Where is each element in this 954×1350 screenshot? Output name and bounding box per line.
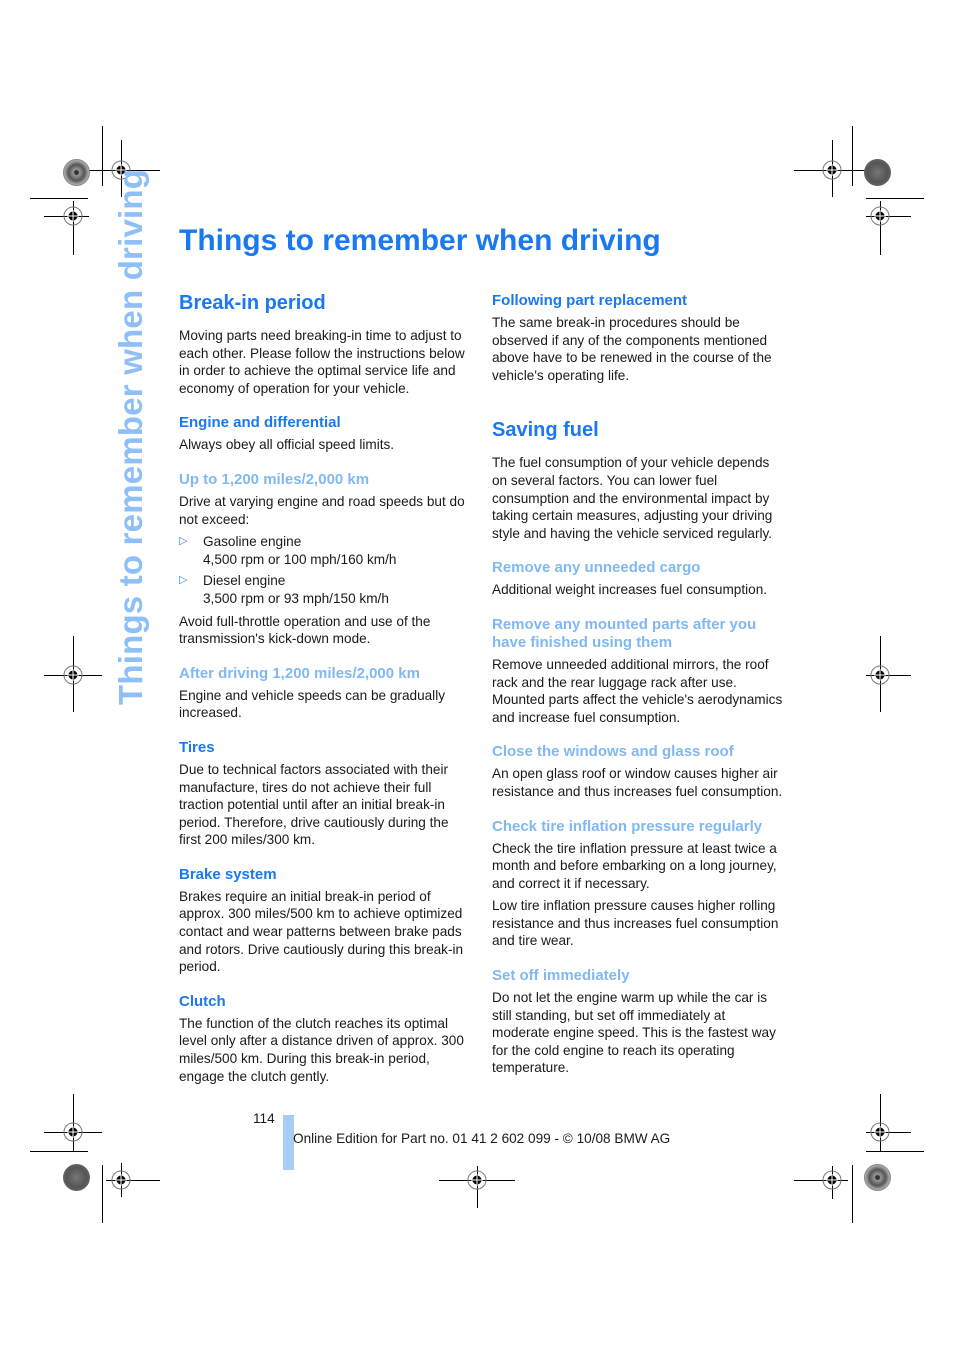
subsection-title-windows: Close the windows and glass roof xyxy=(492,743,734,761)
tires-text: Due to technical factors associated with… xyxy=(179,761,449,848)
crop-line xyxy=(30,198,88,199)
subsection-title-brakes: Brake system xyxy=(179,865,277,883)
subsection-title-set-off: Set off immediately xyxy=(492,967,630,985)
registration-target-icon xyxy=(822,1170,842,1190)
crop-line xyxy=(102,126,103,186)
after-text: Engine and vehicle speeds can be gradual… xyxy=(179,687,446,721)
registration-target-icon xyxy=(870,1122,890,1142)
page-number: 114 xyxy=(253,1111,275,1126)
bullet-triangle-icon: ▷ xyxy=(179,574,188,587)
footer-edition: Online Edition for Part no. 01 41 2 602 … xyxy=(293,1131,671,1146)
list-item: ▷ Diesel engine 3,500 rpm or 93 mph/150 … xyxy=(179,572,471,607)
brakes-text: Brakes require an initial break-in perio… xyxy=(179,888,464,975)
list-item: ▷ Gasoline engine 4,500 rpm or 100 mph/1… xyxy=(179,533,471,568)
left-column: Break-in period Moving parts need breaki… xyxy=(179,290,471,1102)
page-title: Things to remember when driving xyxy=(179,224,661,257)
list-item-title: Gasoline engine xyxy=(203,534,302,550)
subsection-title-replacement: Following part replacement xyxy=(492,292,688,309)
crop-line xyxy=(102,1165,103,1223)
list-item-detail: 4,500 rpm or 100 mph/160 km/h xyxy=(203,551,397,567)
subsection-title-up-to: Up to 1,200 miles/2,000 km xyxy=(179,470,370,488)
crop-line xyxy=(30,1151,88,1152)
cargo-text: Additional weight increases fuel consump… xyxy=(492,582,768,598)
crop-line xyxy=(852,1165,853,1223)
section-title-saving-fuel: Saving fuel xyxy=(492,419,599,442)
subsection-title-cargo: Remove any unneeded cargo xyxy=(492,559,701,577)
crop-line xyxy=(866,1151,924,1152)
registration-disc-icon xyxy=(63,159,90,186)
up-to-note: Avoid full-throttle operation and use of… xyxy=(179,613,431,647)
registration-target-icon xyxy=(870,206,890,226)
clutch-text: The function of the clutch reaches its o… xyxy=(179,1015,464,1084)
registration-target-icon xyxy=(63,1122,83,1142)
list-item-title: Diesel engine xyxy=(203,573,286,589)
replacement-text: The same break-in procedures should be o… xyxy=(492,315,772,383)
list-item-detail: 3,500 rpm or 93 mph/150 km/h xyxy=(203,590,389,606)
break-in-intro: Moving parts need breaking-in time to ad… xyxy=(179,328,465,396)
registration-target-icon xyxy=(822,160,842,180)
registration-target-icon xyxy=(467,1170,487,1190)
set-off-text: Do not let the engine warm up while the … xyxy=(492,990,776,1076)
registration-target-icon xyxy=(870,665,890,685)
tire-pressure-text-2: Low tire inflation pressure causes highe… xyxy=(492,898,779,949)
side-tab-label: Things to remember when driving xyxy=(112,168,149,705)
engine-text: Always obey all official speed limits. xyxy=(179,437,395,453)
subsection-title-after: After driving 1,200 miles/2,000 km xyxy=(179,664,420,682)
tire-pressure-text-1: Check the tire inflation pressure at lea… xyxy=(492,840,777,891)
registration-target-icon xyxy=(63,665,83,685)
registration-target-icon xyxy=(63,206,83,226)
mounted-text: Remove unneeded additional mirrors, the … xyxy=(492,656,783,725)
subsection-title-engine: Engine and differential xyxy=(179,414,341,432)
up-to-text: Drive at varying engine and road speeds … xyxy=(179,493,465,527)
registration-target-icon xyxy=(111,1170,131,1190)
engine-limits-list: ▷ Gasoline engine 4,500 rpm or 100 mph/1… xyxy=(179,533,471,607)
crop-line xyxy=(866,198,924,199)
registration-disc-icon xyxy=(63,1164,90,1191)
windows-text: An open glass roof or window causes high… xyxy=(492,766,783,799)
section-title-break-in: Break-in period xyxy=(179,292,326,314)
registration-disc-icon xyxy=(864,1164,891,1191)
subsection-title-tire-pressure: Check tire inflation pressure regularly xyxy=(492,817,763,835)
subsection-title-tires: Tires xyxy=(179,738,215,756)
right-column: Following part replacement The same brea… xyxy=(492,292,784,1094)
bullet-triangle-icon: ▷ xyxy=(179,535,188,548)
subsection-title-mounted: Remove any mounted parts after you have … xyxy=(492,615,757,651)
registration-disc-icon xyxy=(864,159,891,186)
subsection-title-clutch: Clutch xyxy=(179,992,226,1010)
crop-line xyxy=(852,126,853,186)
saving-fuel-intro: The fuel consumption of your vehicle dep… xyxy=(492,455,773,541)
